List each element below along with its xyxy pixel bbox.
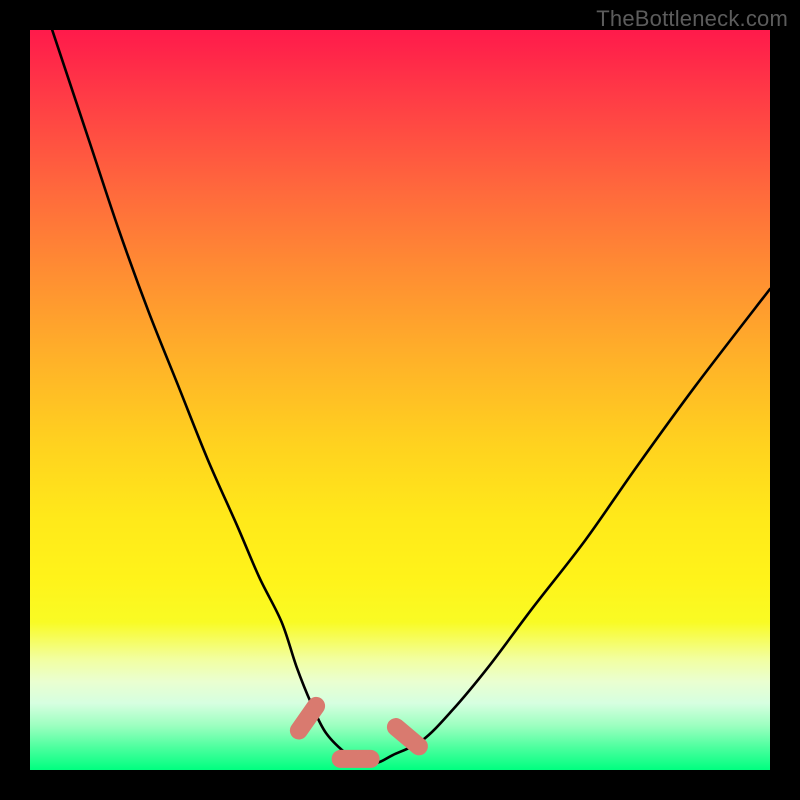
marker-pill-left (286, 693, 328, 743)
marker-pill-bottom (332, 750, 380, 768)
marker-pill-right (383, 714, 431, 759)
chart-svg (30, 30, 770, 770)
watermark-text: TheBottleneck.com (596, 6, 788, 32)
marker-pills (286, 693, 431, 768)
bottleneck-curve (52, 30, 770, 764)
plot-area (30, 30, 770, 770)
chart-frame: TheBottleneck.com (0, 0, 800, 800)
